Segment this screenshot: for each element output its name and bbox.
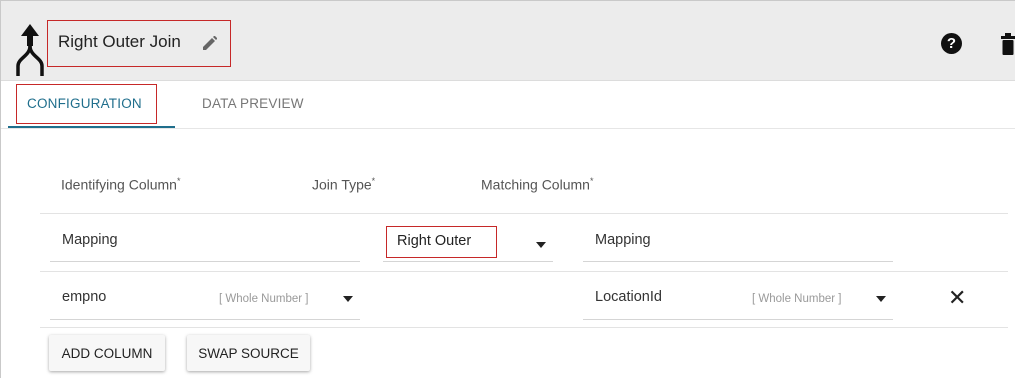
join-type-underline	[383, 261, 553, 262]
right-column-select[interactable]: LocationId	[595, 289, 662, 305]
left-column-underline	[50, 319, 360, 320]
swap-source-button[interactable]: SWAP SOURCE	[187, 335, 310, 371]
right-source-underline	[583, 261, 893, 262]
close-icon[interactable]: ✕	[948, 287, 966, 309]
right-column-type: [ Whole Number ]	[752, 293, 842, 305]
tab-configuration[interactable]: CONFIGURATION	[27, 96, 142, 111]
identifying-column-label: Identifying Column*	[61, 176, 181, 193]
join-type-select[interactable]: Right Outer	[397, 233, 471, 249]
left-column-select[interactable]: empno	[62, 289, 106, 305]
pencil-icon[interactable]	[203, 36, 217, 50]
left-column-type: [ Whole Number ]	[219, 293, 309, 305]
row-divider	[40, 213, 1008, 214]
help-icon[interactable]: ?	[941, 33, 962, 54]
row-divider	[40, 271, 1008, 272]
row-divider	[40, 327, 1008, 328]
chevron-down-icon[interactable]	[876, 296, 886, 302]
add-column-button[interactable]: ADD COLUMN	[49, 335, 165, 371]
trash-icon[interactable]	[1001, 33, 1015, 55]
join-type-label: Join Type*	[312, 176, 376, 193]
tabs-divider	[1, 128, 1015, 129]
right-source-field[interactable]: Mapping	[595, 232, 651, 248]
right-column-underline	[583, 319, 893, 320]
left-source-field[interactable]: Mapping	[62, 232, 118, 248]
matching-column-label: Matching Column*	[481, 176, 594, 193]
left-source-underline	[50, 261, 360, 262]
chevron-down-icon[interactable]	[343, 296, 353, 302]
tab-data-preview[interactable]: DATA PREVIEW	[202, 96, 304, 111]
chevron-down-icon[interactable]	[536, 242, 546, 248]
page-title: Right Outer Join	[58, 32, 181, 51]
join-icon	[16, 24, 44, 76]
